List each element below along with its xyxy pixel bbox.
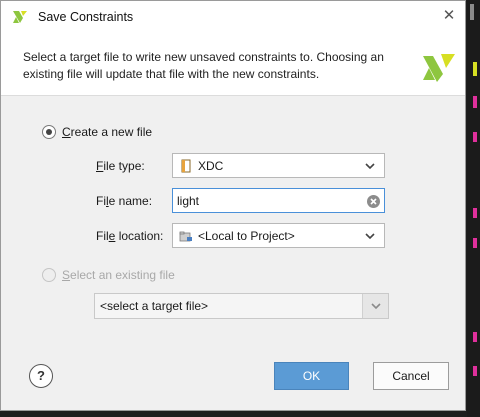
file-icon (181, 159, 191, 173)
file-name-label: File name: (96, 194, 153, 208)
folder-location-icon (179, 231, 192, 242)
save-constraints-dialog: Save Constraints ✕ Select a target file … (0, 0, 466, 411)
select-existing-file-label[interactable]: Select an existing file (62, 268, 175, 282)
file-type-label: File type: (96, 159, 145, 173)
file-name-input[interactable]: light (172, 188, 385, 213)
file-location-select[interactable]: <Local to Project> (172, 223, 385, 248)
clear-icon[interactable] (366, 194, 381, 209)
select-existing-file-radio[interactable] (42, 268, 56, 282)
edge-mark (473, 208, 477, 218)
dialog-title: Save Constraints (38, 10, 134, 24)
file-type-value: XDC (198, 159, 224, 173)
existing-file-placeholder: <select a target file> (100, 299, 209, 313)
edge-mark (473, 366, 477, 376)
file-location-value: <Local to Project> (198, 229, 295, 243)
description-header: Select a target file to write new unsave… (1, 32, 465, 96)
vivado-logo-icon (423, 54, 455, 82)
edge-mark (473, 62, 477, 76)
edge-mark (473, 238, 477, 248)
background-window-edge (467, 0, 480, 417)
close-button[interactable]: ✕ (441, 6, 457, 26)
create-new-file-radio[interactable] (42, 125, 56, 139)
help-button[interactable]: ? (29, 364, 53, 388)
title-bar: Save Constraints ✕ (1, 1, 465, 32)
existing-file-dropdown-button[interactable] (362, 294, 388, 318)
create-new-file-label[interactable]: Create a new file (62, 125, 152, 139)
chevron-down-icon (365, 163, 375, 170)
existing-file-select[interactable]: <select a target file> (94, 293, 389, 319)
vivado-logo-icon (13, 11, 27, 23)
chevron-down-icon (365, 233, 375, 240)
file-name-value: light (177, 194, 200, 208)
chevron-down-icon (371, 303, 381, 310)
dialog-description: Select a target file to write new unsave… (23, 50, 384, 81)
edge-mark (470, 4, 474, 20)
file-location-label: File location: (96, 229, 164, 243)
edge-mark (473, 332, 477, 342)
edge-mark (473, 132, 477, 142)
ok-button[interactable]: OK (274, 362, 349, 390)
cancel-button[interactable]: Cancel (373, 362, 449, 390)
file-type-select[interactable]: XDC (172, 153, 385, 178)
edge-mark (473, 96, 477, 108)
